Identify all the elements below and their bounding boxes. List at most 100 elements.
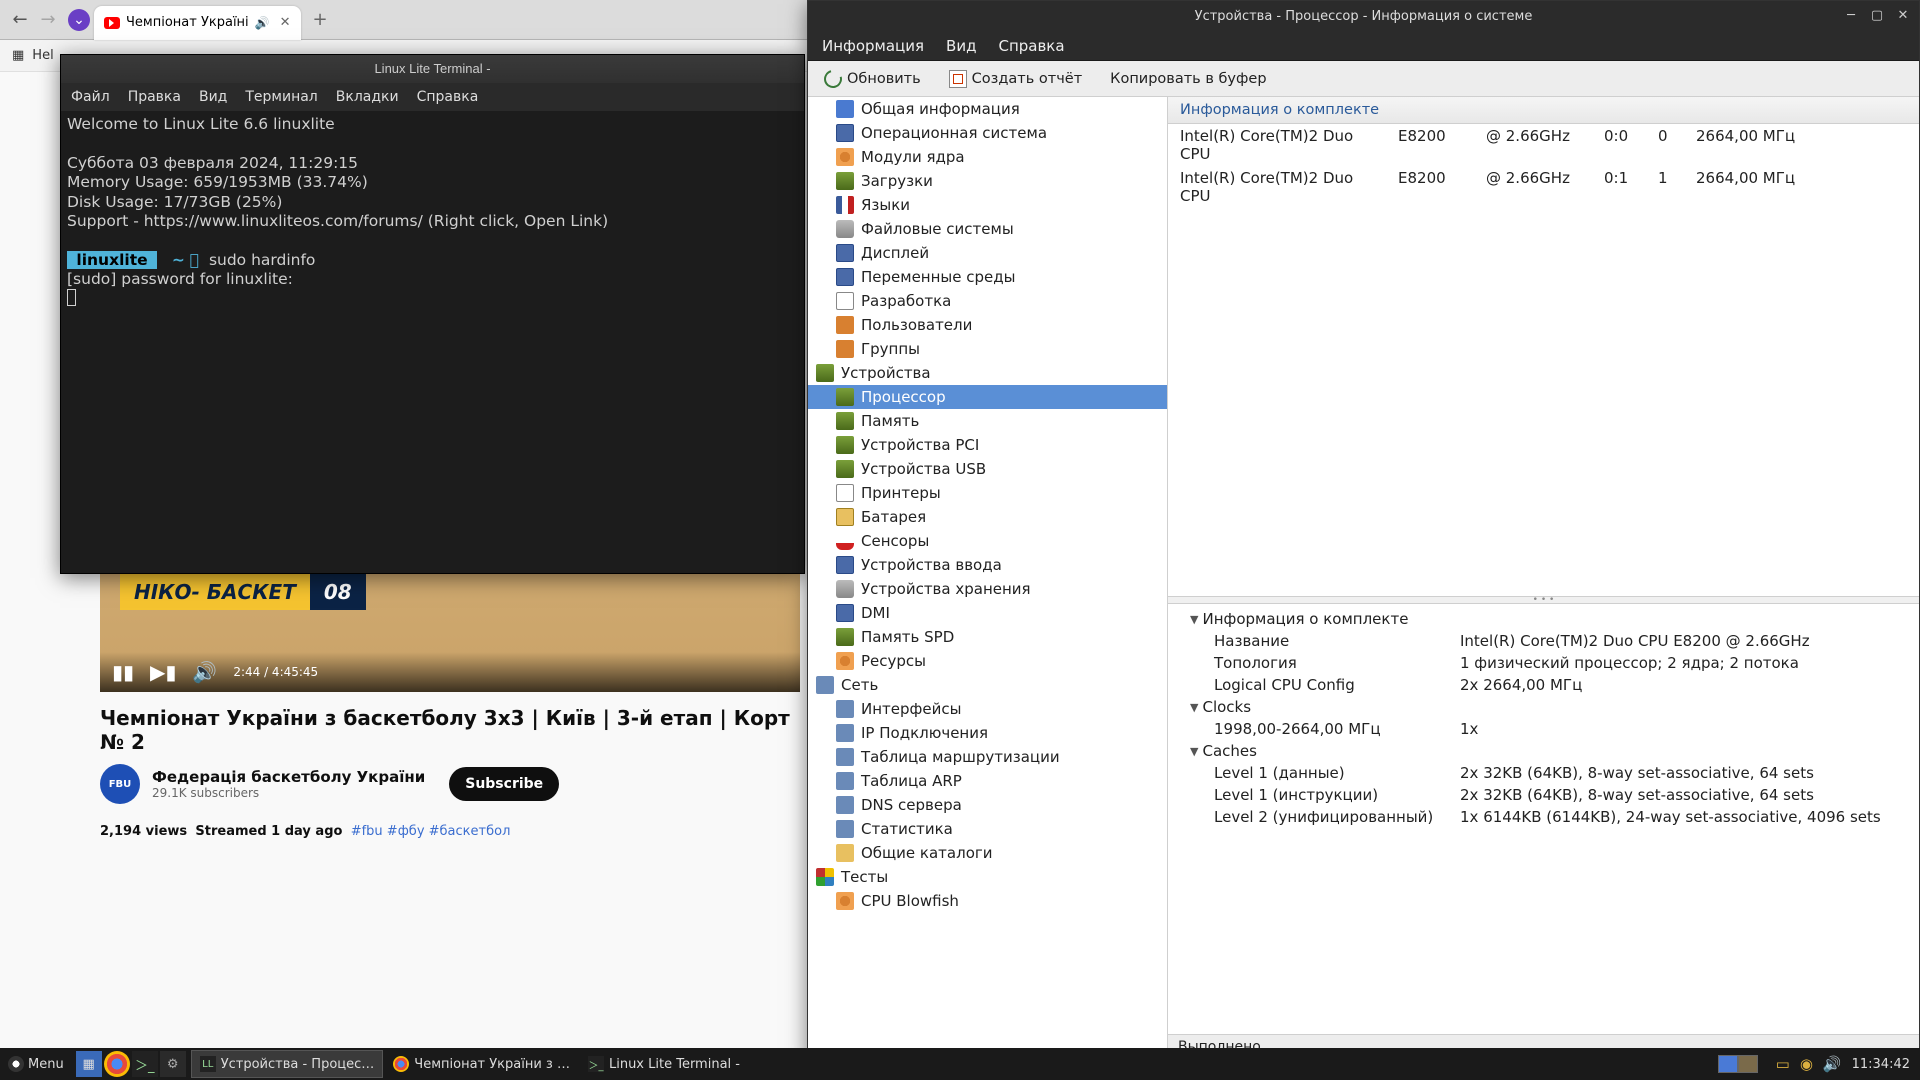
tree-item[interactable]: Общая информация bbox=[808, 97, 1167, 121]
bookmark-item[interactable]: Hel bbox=[32, 48, 53, 63]
tab-group-icon[interactable]: ⌄ bbox=[68, 9, 90, 31]
detail-row: 1998,00-2664,00 МГц1x bbox=[1168, 718, 1919, 740]
start-menu-button[interactable]: Menu bbox=[0, 1056, 72, 1072]
tree-item[interactable]: Операционная система bbox=[808, 121, 1167, 145]
tree-item[interactable]: Интерфейсы bbox=[808, 697, 1167, 721]
list-row[interactable]: Intel(R) Core(TM)2 Duo CPUE8200@ 2.66GHz… bbox=[1168, 166, 1919, 208]
tray-battery-icon[interactable]: ▭ bbox=[1776, 1055, 1790, 1073]
menu-edit[interactable]: Правка bbox=[128, 89, 181, 105]
menu-view[interactable]: Вид bbox=[199, 89, 227, 105]
clock[interactable]: 11:34:42 bbox=[1852, 1057, 1910, 1072]
tree-item[interactable]: Память SPD bbox=[808, 625, 1167, 649]
tree-item[interactable]: Пользователи bbox=[808, 313, 1167, 337]
minimize-icon[interactable]: ─ bbox=[1841, 6, 1861, 24]
browser-tab[interactable]: Чемпіонат Україні 🔊 ✕ bbox=[94, 6, 301, 40]
taskbar-task[interactable]: ＞_Linux Lite Terminal - bbox=[580, 1050, 748, 1078]
tree-item[interactable]: Память bbox=[808, 409, 1167, 433]
tree-item[interactable]: CPU Blowfish bbox=[808, 889, 1167, 913]
launcher-terminal-icon[interactable]: ＞_ bbox=[132, 1051, 158, 1077]
menu-info[interactable]: Информация bbox=[822, 37, 924, 55]
list-row[interactable]: Intel(R) Core(TM)2 Duo CPUE8200@ 2.66GHz… bbox=[1168, 124, 1919, 166]
tree-item[interactable]: Батарея bbox=[808, 505, 1167, 529]
workspace-switcher[interactable] bbox=[1718, 1055, 1758, 1073]
tab-audio-icon[interactable]: 🔊 bbox=[255, 16, 270, 30]
hardinfo-tree[interactable]: Общая информацияОперационная системаМоду… bbox=[808, 97, 1168, 1059]
tree-item[interactable]: Группы bbox=[808, 337, 1167, 361]
launcher-settings-icon[interactable]: ⚙ bbox=[160, 1051, 186, 1077]
nav-forward-icon[interactable]: → bbox=[36, 8, 60, 32]
tree-category[interactable]: Сеть bbox=[808, 673, 1167, 697]
tree-item[interactable]: Сенсоры bbox=[808, 529, 1167, 553]
tree-item[interactable]: Устройства ввода bbox=[808, 553, 1167, 577]
tree-item[interactable]: Файловые системы bbox=[808, 217, 1167, 241]
detail-section[interactable]: ▼Caches bbox=[1168, 740, 1919, 762]
menu-tabs[interactable]: Вкладки bbox=[336, 89, 399, 105]
new-tab-icon[interactable]: + bbox=[313, 9, 328, 30]
detail-pane[interactable]: ▼Информация о комплекте НазваниеIntel(R)… bbox=[1168, 604, 1919, 1034]
launcher-chrome-icon[interactable] bbox=[104, 1051, 130, 1077]
tree-item[interactable]: Таблица маршрутизации bbox=[808, 745, 1167, 769]
tree-item[interactable]: Общие каталоги bbox=[808, 841, 1167, 865]
launcher-files-icon[interactable]: ▦ bbox=[76, 1051, 102, 1077]
tree-item[interactable]: Переменные среды bbox=[808, 265, 1167, 289]
tree-item[interactable]: Устройства USB bbox=[808, 457, 1167, 481]
tree-item[interactable]: Модули ядра bbox=[808, 145, 1167, 169]
pause-icon[interactable]: ▮▮ bbox=[112, 660, 134, 684]
subscribe-button[interactable]: Subscribe bbox=[449, 767, 559, 801]
menu-terminal[interactable]: Терминал bbox=[245, 89, 317, 105]
channel-subs: 29.1K subscribers bbox=[152, 786, 425, 800]
tree-item-icon bbox=[836, 700, 854, 718]
tree-category[interactable]: Тесты bbox=[808, 865, 1167, 889]
tree-item-icon bbox=[836, 172, 854, 190]
close-icon[interactable]: ✕ bbox=[1893, 6, 1913, 24]
tree-item[interactable]: DMI bbox=[808, 601, 1167, 625]
tree-item[interactable]: Статистика bbox=[808, 817, 1167, 841]
tree-item[interactable]: Загрузки bbox=[808, 169, 1167, 193]
refresh-button[interactable]: Обновить bbox=[818, 66, 927, 92]
video-meta: 2,194 views Streamed 1 day ago #fbu #фбу… bbox=[100, 824, 800, 839]
menu-help[interactable]: Справка bbox=[417, 89, 479, 105]
tree-item[interactable]: Устройства PCI bbox=[808, 433, 1167, 457]
tree-item-icon bbox=[836, 844, 854, 862]
tree-category[interactable]: Устройства bbox=[808, 361, 1167, 385]
player-controls: ▮▮ ▶▮ 🔊 2:44 / 4:45:45 bbox=[100, 652, 800, 692]
tab-close-icon[interactable]: ✕ bbox=[280, 15, 291, 30]
tray-volume-icon[interactable]: 🔊 bbox=[1823, 1055, 1842, 1073]
detail-section[interactable]: ▼Информация о комплекте bbox=[1168, 608, 1919, 630]
maximize-icon[interactable]: ▢ bbox=[1867, 6, 1887, 24]
cpu-list[interactable]: Intel(R) Core(TM)2 Duo CPUE8200@ 2.66GHz… bbox=[1168, 124, 1919, 596]
tree-item-icon bbox=[836, 196, 854, 214]
volume-icon[interactable]: 🔊 bbox=[192, 660, 217, 684]
category-icon bbox=[816, 868, 834, 886]
report-button[interactable]: Создать отчёт bbox=[943, 66, 1088, 92]
next-icon[interactable]: ▶▮ bbox=[150, 660, 176, 684]
splitter-handle[interactable]: • • • bbox=[1168, 596, 1919, 604]
tree-item[interactable]: Устройства хранения bbox=[808, 577, 1167, 601]
menu-file[interactable]: Файл bbox=[71, 89, 110, 105]
copy-button[interactable]: Копировать в буфер bbox=[1104, 67, 1272, 91]
taskbar-task[interactable]: Чемпіонат України з … bbox=[385, 1050, 578, 1078]
tree-item[interactable]: Разработка bbox=[808, 289, 1167, 313]
detail-section[interactable]: ▼Clocks bbox=[1168, 696, 1919, 718]
menu-help[interactable]: Справка bbox=[998, 37, 1064, 55]
taskbar-task[interactable]: LLУстройства - Процес… bbox=[191, 1050, 384, 1078]
tree-item[interactable]: Языки bbox=[808, 193, 1167, 217]
channel-name[interactable]: Федерація баскетболу України bbox=[152, 768, 425, 786]
youtube-icon bbox=[104, 17, 120, 29]
tray-update-icon[interactable]: ◉ bbox=[1800, 1055, 1813, 1073]
tree-item-icon bbox=[836, 556, 854, 574]
terminal-window[interactable]: Linux Lite Terminal - Файл Правка Вид Те… bbox=[60, 54, 805, 574]
hardinfo-window[interactable]: Устройства - Процессор - Информация о си… bbox=[807, 0, 1920, 1060]
nav-back-icon[interactable]: ← bbox=[8, 8, 32, 32]
tree-item[interactable]: Таблица ARP bbox=[808, 769, 1167, 793]
terminal-body[interactable]: Welcome to Linux Lite 6.6 linuxlite Субб… bbox=[61, 111, 804, 316]
tree-item[interactable]: IP Подключения bbox=[808, 721, 1167, 745]
tree-item[interactable]: Ресурсы bbox=[808, 649, 1167, 673]
menu-view[interactable]: Вид bbox=[946, 37, 976, 55]
tree-item[interactable]: DNS сервера bbox=[808, 793, 1167, 817]
tree-item[interactable]: Процессор bbox=[808, 385, 1167, 409]
channel-avatar[interactable]: FBU bbox=[100, 764, 140, 804]
tree-item[interactable]: Принтеры bbox=[808, 481, 1167, 505]
tree-item[interactable]: Дисплей bbox=[808, 241, 1167, 265]
tree-item-icon bbox=[836, 148, 854, 166]
